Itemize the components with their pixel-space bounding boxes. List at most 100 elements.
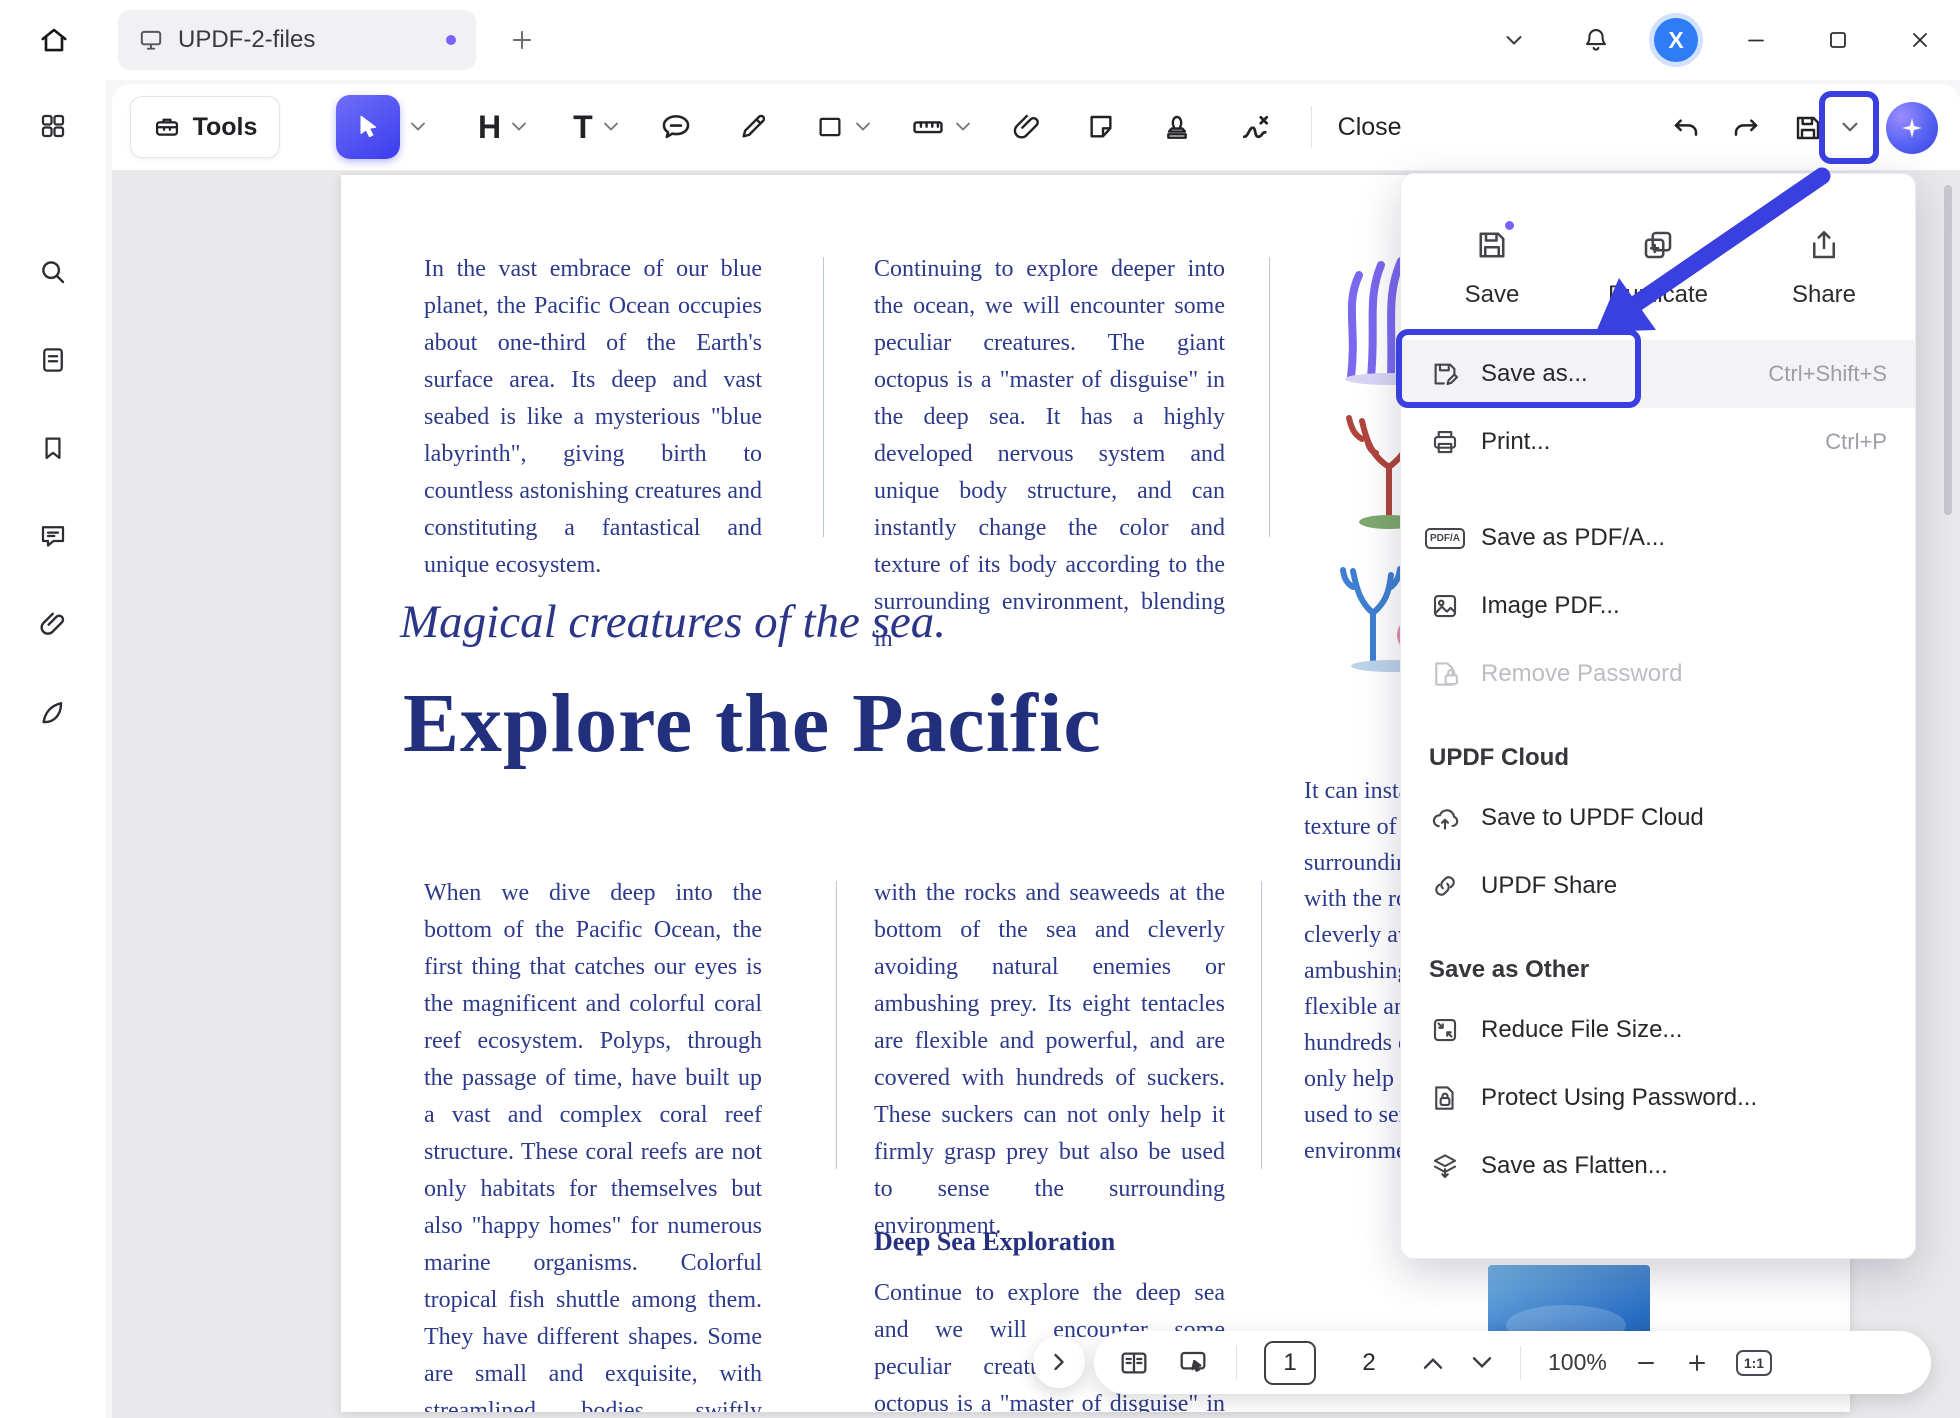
next-page-button[interactable]: [1471, 1355, 1493, 1371]
close-icon: [1908, 28, 1932, 52]
menu-quick-actions: Save Duplicate Share: [1401, 190, 1915, 340]
document-tab[interactable]: UPDF-2-files: [118, 10, 476, 70]
undo-icon: [1670, 112, 1702, 144]
maximize-icon: [1826, 28, 1850, 52]
tab-list-dropdown-button[interactable]: [1490, 16, 1538, 64]
bell-icon: [1582, 26, 1610, 54]
select-tool-chevron[interactable]: [410, 121, 426, 133]
presentation-mode-button[interactable]: [1177, 1347, 1209, 1379]
save-unsaved-dot: [1505, 221, 1514, 230]
menu-item-save-as-flatten[interactable]: Save as Flatten...: [1401, 1132, 1915, 1200]
redo-button[interactable]: [1730, 112, 1762, 144]
comments-button[interactable]: [27, 510, 79, 562]
select-tool-button[interactable]: [336, 95, 400, 159]
menu-section-other: Save as Other: [1401, 920, 1915, 996]
attachments-button[interactable]: [27, 598, 79, 650]
avatar-initial: X: [1668, 27, 1683, 54]
print-shortcut: Ctrl+P: [1825, 429, 1887, 455]
statusbar-divider: [1236, 1346, 1237, 1380]
menu-duplicate-button[interactable]: Duplicate: [1575, 194, 1741, 340]
measure-tool-button[interactable]: [911, 110, 945, 144]
statusbar-divider: [1520, 1346, 1521, 1380]
chevron-down-small-icon: [1841, 121, 1859, 134]
pen-tool-button[interactable]: [737, 111, 769, 143]
sketch-pen-button[interactable]: [27, 686, 79, 738]
signature-tool-button[interactable]: [1239, 109, 1275, 145]
heading-tool-chevron[interactable]: [511, 121, 527, 133]
notifications-button[interactable]: [1572, 16, 1620, 64]
shape-tool-chevron[interactable]: [855, 121, 871, 133]
account-avatar[interactable]: X: [1654, 18, 1698, 62]
stamp-icon: [1161, 111, 1193, 143]
chevron-down-nav-icon: [1471, 1355, 1493, 1371]
ai-assistant-button[interactable]: [1886, 102, 1938, 154]
menu-share-button[interactable]: Share: [1741, 194, 1907, 340]
page-thumbnails-button[interactable]: [27, 334, 79, 386]
zoom-in-button[interactable]: [1685, 1351, 1709, 1375]
paragraph-col1-bottom: When we dive deep into the bottom of the…: [424, 875, 762, 1412]
measure-tool-chevron[interactable]: [955, 121, 971, 133]
page-2-button[interactable]: 2: [1343, 1341, 1395, 1385]
fit-actual-size-button[interactable]: 1:1: [1736, 1350, 1772, 1376]
page-1-button[interactable]: 1: [1264, 1341, 1316, 1385]
sticker-tool-button[interactable]: [1085, 111, 1117, 143]
tools-button[interactable]: Tools: [130, 96, 280, 158]
menu-item-reduce-file-size[interactable]: Reduce File Size...: [1401, 996, 1915, 1064]
menu-item-protect-password[interactable]: Protect Using Password...: [1401, 1064, 1915, 1132]
link-icon: [1429, 870, 1461, 902]
reader-view-button[interactable]: [1118, 1347, 1150, 1379]
square-icon: [815, 112, 845, 142]
chevron-right-icon: [1052, 1352, 1066, 1372]
maximize-button[interactable]: [1814, 16, 1862, 64]
comment-tool-button[interactable]: [659, 110, 693, 144]
sticker-icon: [1085, 111, 1117, 143]
zoom-level[interactable]: 100%: [1548, 1349, 1607, 1376]
undo-button[interactable]: [1670, 112, 1702, 144]
monitor-icon: [138, 27, 164, 53]
cursor-icon: [353, 112, 383, 142]
menu-item-save-as[interactable]: Save as... Ctrl+Shift+S: [1401, 340, 1915, 408]
bookmarks-button[interactable]: [27, 422, 79, 474]
toolbox-icon: [153, 113, 181, 141]
menu-item-remove-password: Remove Password: [1401, 640, 1915, 708]
apps-grid-icon: [38, 111, 68, 141]
column-divider: [1261, 881, 1262, 1169]
close-edit-button[interactable]: Close: [1338, 113, 1402, 142]
tab-title: UPDF-2-files: [178, 26, 432, 54]
previous-page-button[interactable]: [1422, 1355, 1444, 1371]
shape-tool-button[interactable]: [815, 112, 845, 142]
menu-item-image-pdf[interactable]: Image PDF...: [1401, 572, 1915, 640]
paperclip-icon: [38, 609, 68, 639]
home-button[interactable]: [26, 12, 82, 68]
minimize-button[interactable]: [1732, 16, 1780, 64]
column-divider: [823, 257, 824, 537]
menu-item-save-to-cloud[interactable]: Save to UPDF Cloud: [1401, 784, 1915, 852]
stamp-tool-button[interactable]: [1161, 111, 1193, 143]
new-tab-button[interactable]: [500, 18, 544, 62]
text-tool-button[interactable]: T: [573, 109, 593, 146]
menu-item-save-as-pdfa[interactable]: PDF/A Save as PDF/A...: [1401, 504, 1915, 572]
toolbar-divider: [1311, 106, 1312, 148]
menu-item-print[interactable]: Print... Ctrl+P: [1401, 408, 1915, 476]
expand-page-panel-button[interactable]: [1033, 1336, 1085, 1388]
save-button[interactable]: [1792, 112, 1824, 144]
attach-tool-button[interactable]: [1011, 111, 1043, 143]
close-window-button[interactable]: [1896, 16, 1944, 64]
minus-icon: [1634, 1351, 1658, 1375]
heading-tool-button[interactable]: H: [478, 109, 501, 146]
app-grid-button[interactable]: [27, 100, 79, 152]
menu-save-button[interactable]: Save: [1409, 194, 1575, 340]
text-tool-chevron[interactable]: [603, 121, 619, 133]
zoom-out-button[interactable]: [1634, 1351, 1658, 1375]
save-menu-dropdown-button[interactable]: [1830, 121, 1870, 134]
remove-password-icon: [1429, 658, 1461, 690]
unsaved-changes-dot: [446, 35, 456, 45]
share-icon: [1804, 225, 1844, 265]
search-button[interactable]: [27, 246, 79, 298]
comment-bubble-icon: [38, 521, 68, 551]
save-dropdown-menu: Save Duplicate Share Save as... Ctrl+Shi…: [1400, 173, 1916, 1259]
vertical-scrollbar-thumb[interactable]: [1944, 185, 1952, 515]
menu-item-updf-share[interactable]: UPDF Share: [1401, 852, 1915, 920]
save-floppy-icon: [1792, 112, 1824, 144]
column-divider: [1269, 257, 1270, 537]
